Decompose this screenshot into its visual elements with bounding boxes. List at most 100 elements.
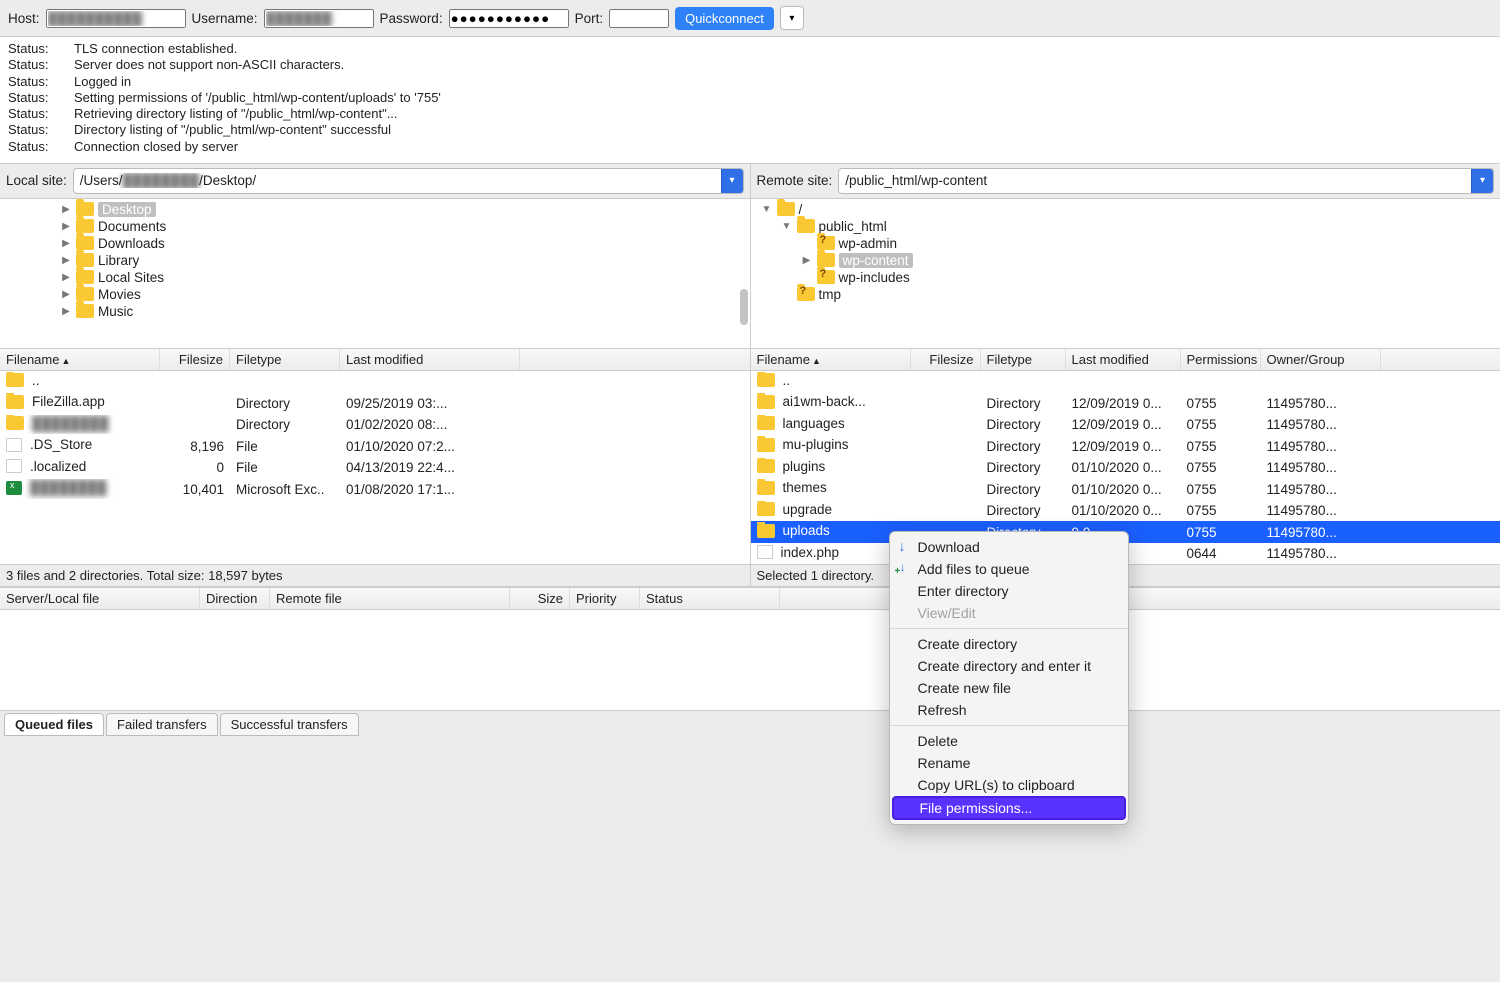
menu-refresh[interactable]: Refresh [890, 699, 1128, 721]
menu-copy-url[interactable]: Copy URL(s) to clipboard [890, 774, 1128, 796]
transfer-queue-list[interactable] [0, 610, 1500, 710]
tree-node[interactable]: ▶Library [0, 252, 750, 269]
file-row[interactable]: .. [751, 371, 1500, 393]
file-row[interactable]: FileZilla.appDirectory09/25/2019 03:... [0, 392, 750, 414]
column-filesize[interactable]: Filesize [911, 349, 981, 370]
file-row[interactable]: pluginsDirectory01/10/2020 0...075511495… [751, 457, 1500, 479]
column-size[interactable]: Size [510, 588, 570, 609]
folder-icon [76, 236, 94, 250]
disclosure-triangle-icon[interactable]: ▶ [60, 255, 72, 266]
file-row[interactable]: .DS_Store8,196File01/10/2020 07:2... [0, 435, 750, 457]
menu-enter-directory[interactable]: Enter directory [890, 580, 1128, 602]
chevron-down-icon[interactable]: ▾ [721, 169, 743, 193]
tree-node[interactable]: ▶Downloads [0, 235, 750, 252]
disclosure-triangle-icon[interactable]: ▶ [801, 255, 813, 266]
local-path-combobox[interactable]: /Users/████████/Desktop/ ▾ [73, 168, 744, 194]
file-row[interactable]: ████████10,401Microsoft Exc..01/08/2020 … [0, 478, 750, 500]
tree-node[interactable]: ▶Documents [0, 218, 750, 235]
menu-add-to-queue[interactable]: Add files to queue [890, 558, 1128, 580]
folder-icon [76, 287, 94, 301]
local-file-list[interactable]: ..FileZilla.appDirectory09/25/2019 03:..… [0, 371, 750, 565]
column-filename[interactable]: Filename▲ [0, 349, 160, 370]
scrollbar-thumb[interactable] [740, 289, 748, 325]
folder-icon [777, 202, 795, 216]
tree-node[interactable]: ▶wp-content [751, 252, 1500, 269]
file-name: index.php [781, 545, 840, 560]
file-modified: 12/09/2019 0... [1066, 438, 1181, 455]
username-input[interactable] [264, 9, 374, 28]
tree-node[interactable]: ▼public_html [751, 218, 1500, 235]
tree-node[interactable]: ▶ Desktop [0, 201, 750, 218]
file-row[interactable]: languagesDirectory12/09/2019 0...0755114… [751, 414, 1500, 436]
file-row[interactable]: ████████Directory01/02/2020 08:... [0, 414, 750, 436]
port-input[interactable] [609, 9, 669, 28]
remote-pane: Remote site: /public_html/wp-content ▾ ▼… [750, 164, 1500, 587]
disclosure-triangle-icon[interactable]: ▼ [781, 221, 793, 232]
file-row[interactable]: mu-pluginsDirectory12/09/2019 0...075511… [751, 435, 1500, 457]
column-direction[interactable]: Direction [200, 588, 270, 609]
tab-queued-files[interactable]: Queued files [4, 713, 104, 736]
column-server-local-file[interactable]: Server/Local file [0, 588, 200, 609]
column-filetype[interactable]: Filetype [981, 349, 1066, 370]
disclosure-triangle-icon[interactable]: ▶ [60, 238, 72, 249]
tree-node[interactable]: tmp [751, 286, 1500, 303]
local-directory-tree[interactable]: ▶ Desktop▶Documents▶Downloads▶Library▶Loc… [0, 199, 750, 349]
tree-node[interactable]: ▶ Movies [0, 286, 750, 303]
column-status[interactable]: Status [640, 588, 780, 609]
column-ownergroup[interactable]: Owner/Group [1261, 349, 1381, 370]
menu-create-new-file[interactable]: Create new file [890, 677, 1128, 699]
disclosure-triangle-icon[interactable]: ▼ [761, 204, 773, 215]
quickconnect-history-dropdown[interactable]: ▾ [780, 6, 804, 30]
log-message: Setting permissions of '/public_html/wp-… [74, 90, 441, 106]
log-entry: Status:TLS connection established. [8, 41, 1492, 57]
disclosure-triangle-icon[interactable]: ▶ [60, 204, 72, 215]
tab-successful-transfers[interactable]: Successful transfers [220, 713, 359, 736]
disclosure-triangle-icon[interactable]: ▶ [60, 306, 72, 317]
column-remote-file[interactable]: Remote file [270, 588, 510, 609]
column-filesize[interactable]: Filesize [160, 349, 230, 370]
folder-icon [6, 373, 24, 387]
quickconnect-button[interactable]: Quickconnect [675, 7, 774, 30]
remote-directory-tree[interactable]: ▼/▼public_htmlwp-admin▶wp-contentwp-incl… [751, 199, 1500, 349]
file-row[interactable]: ai1wm-back...Directory12/09/2019 0...075… [751, 392, 1500, 414]
file-row[interactable]: .. [0, 371, 750, 393]
file-row[interactable]: upgradeDirectory01/10/2020 0...075511495… [751, 500, 1500, 522]
column-permissions[interactable]: Permissions [1181, 349, 1261, 370]
chevron-down-icon[interactable]: ▾ [1471, 169, 1493, 193]
disclosure-triangle-icon[interactable]: ▶ [60, 272, 72, 283]
folder-icon [757, 373, 775, 387]
column-lastmodified[interactable]: Last modified [1066, 349, 1181, 370]
remote-path-combobox[interactable]: /public_html/wp-content ▾ [838, 168, 1494, 194]
host-input[interactable] [46, 9, 186, 28]
disclosure-triangle-icon[interactable]: ▶ [60, 289, 72, 300]
tree-label: Movies [98, 287, 141, 302]
tab-failed-transfers[interactable]: Failed transfers [106, 713, 218, 736]
password-input[interactable] [449, 9, 569, 28]
tree-node[interactable]: ▶Music [0, 303, 750, 320]
file-icon [757, 545, 773, 559]
menu-rename[interactable]: Rename [890, 752, 1128, 774]
local-site-label: Local site: [6, 173, 67, 188]
file-modified: 12/09/2019 0... [1066, 416, 1181, 433]
tree-node[interactable]: wp-admin [751, 235, 1500, 252]
column-lastmodified[interactable]: Last modified [340, 349, 520, 370]
menu-download[interactable]: Download [890, 536, 1128, 558]
file-row[interactable]: .localized0File04/13/2019 22:4... [0, 457, 750, 479]
folder-icon [757, 438, 775, 452]
menu-create-directory[interactable]: Create directory [890, 633, 1128, 655]
menu-file-permissions[interactable]: File permissions... [892, 796, 1126, 820]
menu-delete[interactable]: Delete [890, 730, 1128, 752]
column-filetype[interactable]: Filetype [230, 349, 340, 370]
file-row[interactable]: themesDirectory01/10/2020 0...0755114957… [751, 478, 1500, 500]
disclosure-triangle-icon[interactable]: ▶ [60, 221, 72, 232]
menu-create-directory-enter[interactable]: Create directory and enter it [890, 655, 1128, 677]
tree-node[interactable]: ▶Local Sites [0, 269, 750, 286]
remote-file-list[interactable]: ..ai1wm-back...Directory12/09/2019 0...0… [751, 371, 1500, 565]
file-size: 0 [160, 459, 230, 476]
column-filename[interactable]: Filename▲ [751, 349, 911, 370]
column-priority[interactable]: Priority [570, 588, 640, 609]
tree-label: Desktop [98, 202, 156, 217]
context-menu[interactable]: Download Add files to queue Enter direct… [889, 531, 1129, 825]
tree-node[interactable]: ▼/ [751, 201, 1500, 218]
tree-node[interactable]: wp-includes [751, 269, 1500, 286]
